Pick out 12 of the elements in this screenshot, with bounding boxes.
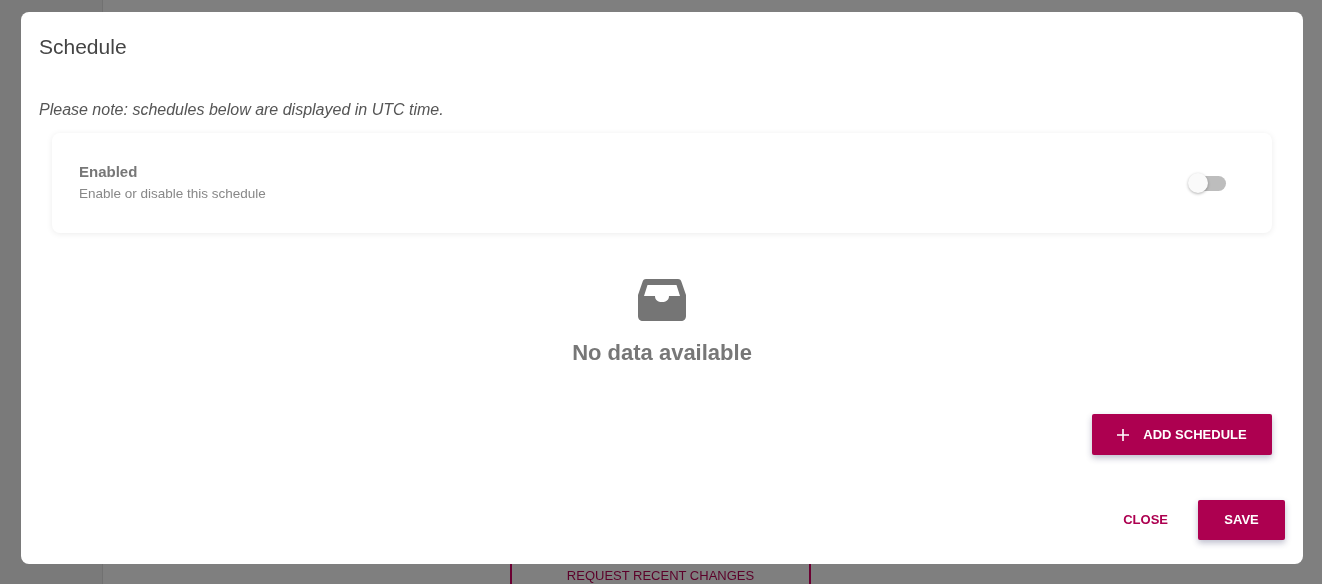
setting-label: Enabled xyxy=(79,162,139,182)
dialog-title: Schedule xyxy=(39,34,128,60)
empty-state-text: No data available xyxy=(572,339,752,367)
setting-description: Enable or disable this schedule xyxy=(79,185,266,203)
add-schedule-button[interactable]: ADD SCHEDULE xyxy=(1092,414,1272,455)
close-button[interactable]: CLOSE xyxy=(1107,500,1184,540)
save-button[interactable]: SAVE xyxy=(1198,500,1285,540)
note-text: Please note: schedules below are displayed in UTC time. xyxy=(39,100,445,120)
inbox-icon xyxy=(638,279,686,321)
button-label: REQUEST RECENT CHANGES xyxy=(566,568,755,584)
enabled-toggle[interactable] xyxy=(1188,173,1226,193)
plus-icon xyxy=(1117,428,1130,441)
